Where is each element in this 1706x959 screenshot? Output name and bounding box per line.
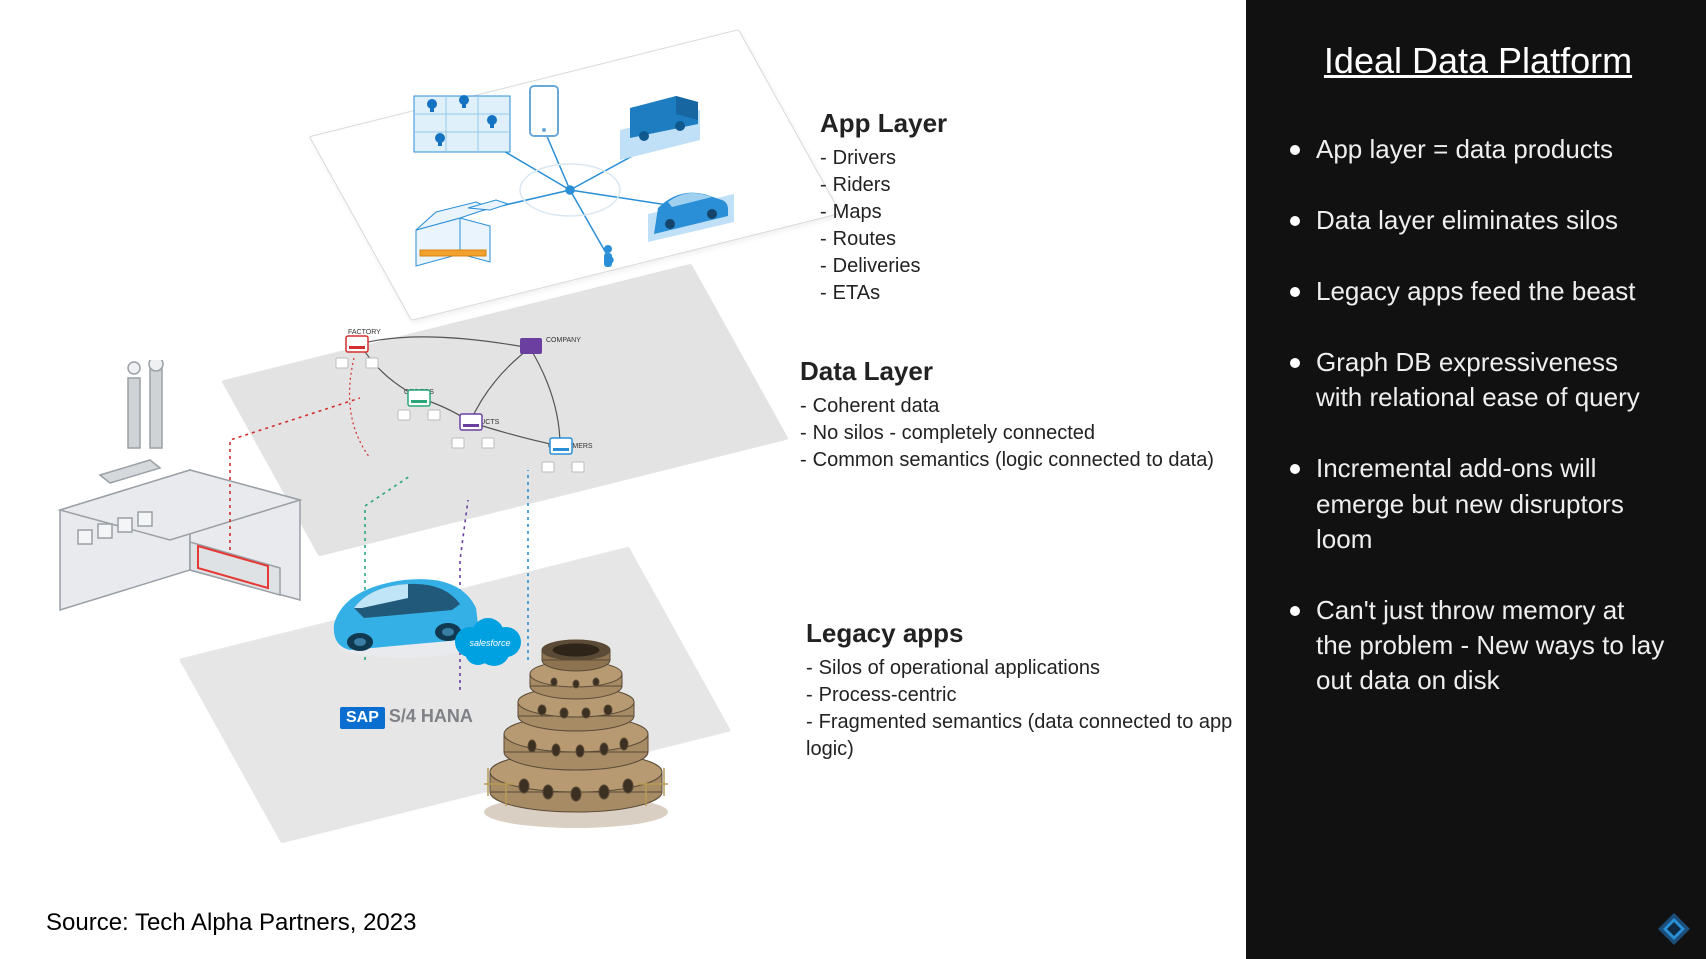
graph-label: COMPANY <box>546 337 581 344</box>
data-layer-title: Data Layer <box>800 356 1214 387</box>
graph-label: FACTORY <box>348 329 381 336</box>
legacy-layer-title: Legacy apps <box>806 618 1236 649</box>
sidebar-bullets: App layer = data products Data layer eli… <box>1290 132 1666 698</box>
truck-icon <box>620 96 700 160</box>
sidebar-title: Ideal Data Platform <box>1290 40 1666 82</box>
tower-icon <box>476 596 676 836</box>
data-layer-label: Data Layer -Coherent data-No silos - com… <box>800 356 1214 474</box>
sap-product: S/4 HANA <box>389 706 473 726</box>
phone-icon <box>530 86 558 136</box>
bullet-item: Graph DB expressiveness with relational … <box>1290 345 1666 415</box>
sap-label: SAPS/4 HANA <box>340 706 473 729</box>
bullet-item: Legacy apps feed the beast <box>1290 274 1666 309</box>
bullet-item: Data layer eliminates silos <box>1290 203 1666 238</box>
diagram-panel: FACTORY COMPANY ORDERS PRODUCTS CUSTOMER… <box>0 0 1246 959</box>
sap-brand: SAP <box>340 707 385 729</box>
legacy-layer-items: -Silos of operational applications-Proce… <box>806 655 1236 763</box>
person-icon <box>604 245 612 267</box>
sidebar-panel: Ideal Data Platform App layer = data pro… <box>1246 0 1706 959</box>
legacy-layer-label: Legacy apps -Silos of operational applic… <box>806 618 1236 763</box>
app-layer-items: -Drivers-Riders-Maps-Routes-Deliveries-E… <box>820 145 947 307</box>
app-layer-title: App Layer <box>820 108 947 139</box>
bullet-item: App layer = data products <box>1290 132 1666 167</box>
map-icon <box>414 95 510 152</box>
buildings-icon <box>416 200 508 266</box>
bullet-item: Incremental add-ons will emerge but new … <box>1290 451 1666 556</box>
app-layer-label: App Layer -Drivers-Riders-Maps-Routes-De… <box>820 108 947 307</box>
app-layer-art <box>380 60 800 290</box>
brand-logo-icon <box>1656 911 1692 947</box>
bullet-item: Can't just throw memory at the problem -… <box>1290 593 1666 698</box>
car-icon <box>648 193 734 242</box>
data-layer-items: -Coherent data-No silos - completely con… <box>800 393 1214 474</box>
source-attribution: Source: Tech Alpha Partners, 2023 <box>46 909 416 937</box>
